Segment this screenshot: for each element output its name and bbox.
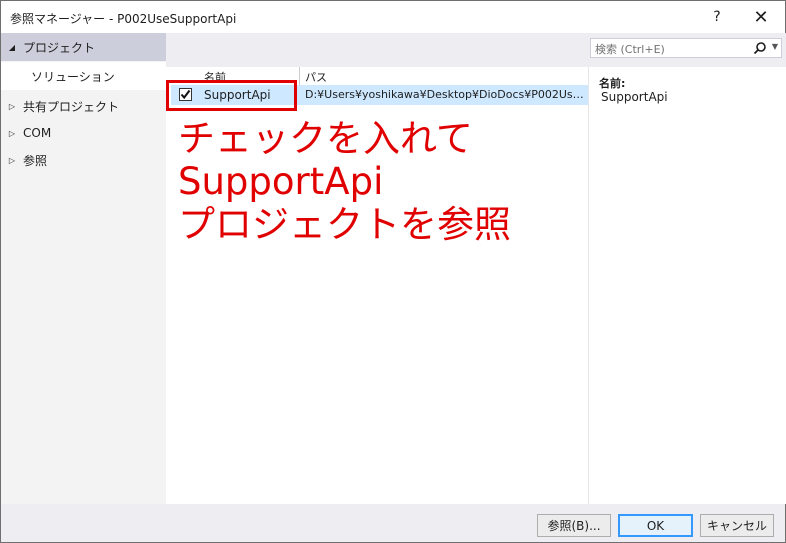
column-header-path[interactable]: パス bbox=[305, 69, 327, 85]
reference-path: D:¥Users¥yoshikawa¥Desktop¥DioDocs¥P002U… bbox=[305, 88, 588, 101]
annotation-highlight-box bbox=[166, 80, 297, 111]
nav-item-label: 共有プロジェクト bbox=[23, 99, 120, 114]
nav-item-shared-projects[interactable]: ▷ 共有プロジェクト bbox=[1, 92, 166, 120]
button-bar: 参照(B)... OK キャンセル bbox=[1, 504, 785, 542]
reference-manager-window: 参照マネージャー - P002UseSupportApi ? ✕ ◢ プロジェク… bbox=[0, 0, 786, 543]
annotation-text: チェックを入れて SupportApi プロジェクトを参照 bbox=[178, 117, 511, 246]
close-button[interactable]: ✕ bbox=[739, 1, 783, 33]
window-title: 参照マネージャー - P002UseSupportApi bbox=[10, 12, 237, 26]
annotation-line: プロジェクトを参照 bbox=[178, 203, 511, 246]
nav-item-label: COM bbox=[23, 126, 52, 140]
nav-item-label: ソリューション bbox=[31, 69, 115, 84]
cancel-button[interactable]: キャンセル bbox=[700, 514, 774, 537]
details-name-value: SupportApi bbox=[601, 90, 668, 104]
nav-item-label: プロジェクト bbox=[23, 40, 96, 55]
nav-item-browse[interactable]: ▷ 参照 bbox=[1, 146, 166, 174]
details-name-label: 名前: bbox=[599, 77, 626, 90]
expanded-arrow-icon: ◢ bbox=[8, 42, 16, 52]
details-pane: 名前: SupportApi bbox=[588, 67, 786, 504]
nav-item-label: 参照 bbox=[23, 153, 48, 168]
search-placeholder: 検索 (Ctrl+E) bbox=[595, 43, 665, 56]
help-button[interactable]: ? bbox=[695, 1, 739, 33]
column-divider[interactable] bbox=[299, 67, 300, 85]
annotation-line: チェックを入れて bbox=[178, 117, 473, 160]
search-icon[interactable] bbox=[753, 41, 767, 55]
help-icon: ? bbox=[713, 9, 721, 25]
close-icon: ✕ bbox=[753, 6, 769, 28]
nav-item-solution[interactable]: ソリューション bbox=[1, 62, 166, 90]
annotation-line: SupportApi bbox=[178, 160, 384, 203]
left-nav: ◢ プロジェクト ソリューション ▷ 共有プロジェクト ▷ COM ▷ 参照 bbox=[1, 33, 166, 510]
collapsed-arrow-icon: ▷ bbox=[8, 128, 16, 138]
search-dropdown-icon[interactable]: ▼ bbox=[772, 42, 778, 51]
search-input[interactable]: 検索 (Ctrl+E) ▼ bbox=[590, 38, 782, 58]
collapsed-arrow-icon: ▷ bbox=[8, 101, 16, 111]
title-bar: 参照マネージャー - P002UseSupportApi ? ✕ bbox=[1, 1, 785, 33]
browse-button[interactable]: 参照(B)... bbox=[537, 514, 611, 537]
collapsed-arrow-icon: ▷ bbox=[8, 155, 16, 165]
ok-button[interactable]: OK bbox=[618, 514, 693, 537]
nav-item-com[interactable]: ▷ COM bbox=[1, 119, 166, 147]
nav-item-project[interactable]: ◢ プロジェクト bbox=[1, 33, 166, 61]
